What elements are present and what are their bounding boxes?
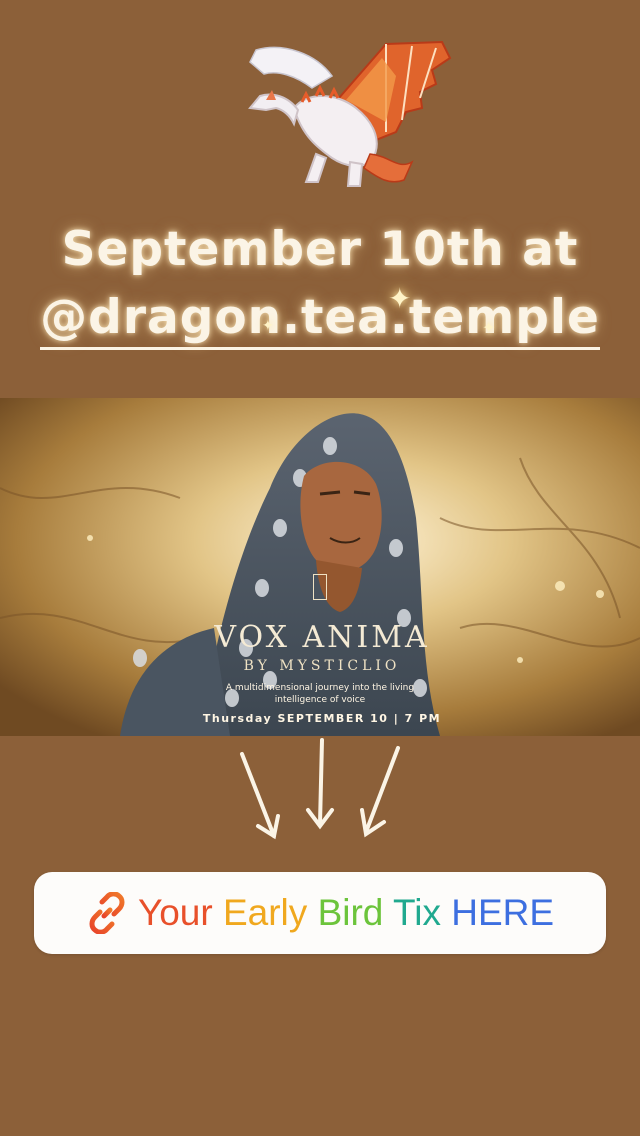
poster-title: VOX ANIMA — [214, 620, 430, 655]
sparkle-icon: ✦ — [388, 282, 412, 315]
sparkle-icon: ✦ — [482, 318, 496, 337]
down-arrows-doodle — [240, 738, 400, 840]
early-bird-tickets-link[interactable]: Your Early Bird Tix HERE — [34, 872, 606, 954]
dragon-sticker — [248, 40, 452, 187]
link-label-word[interactable]: Tix — [393, 892, 441, 933]
link-label-word[interactable]: Bird — [318, 892, 384, 933]
mention-text[interactable]: @dragon.tea.temple — [40, 290, 600, 350]
link-icon — [89, 892, 125, 934]
headline-date: September 10th at — [61, 222, 579, 277]
link-label-word[interactable]: Early — [223, 892, 307, 933]
link-label-word[interactable]: Your — [138, 892, 213, 933]
poster-byline: BY MYSTICLIO — [243, 658, 401, 674]
poster-subtitle: A multidimensional journey into the livi… — [225, 683, 415, 705]
sparkle-icon: ✦ — [262, 318, 274, 334]
link-label-word[interactable]: HERE — [451, 892, 554, 933]
poster-logo-mark — [313, 574, 327, 600]
headline-mention[interactable]: @dragon.tea.temple — [0, 290, 640, 350]
poster-date-line: Thursday SEPTEMBER 10 | 7 PM — [202, 712, 442, 725]
link-label[interactable]: Your Early Bird Tix HERE — [138, 892, 554, 934]
